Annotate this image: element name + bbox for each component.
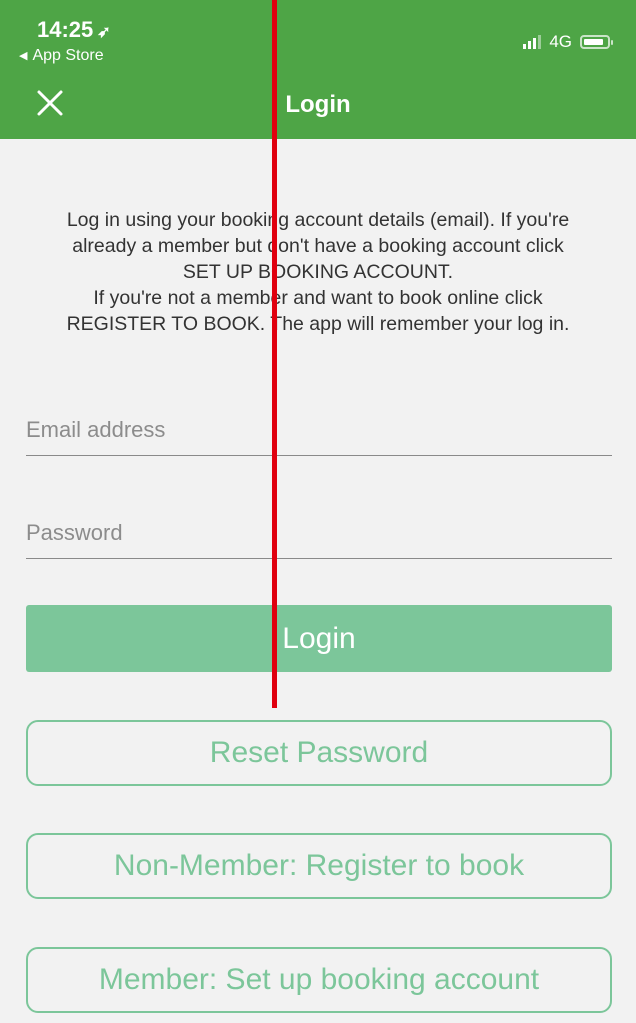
- reset-password-button[interactable]: Reset Password: [26, 720, 612, 786]
- back-to-app-link[interactable]: ◀ App Store: [19, 47, 104, 65]
- back-app-label: App Store: [32, 47, 104, 64]
- login-button[interactable]: Login: [26, 605, 612, 672]
- password-input[interactable]: [26, 508, 612, 558]
- app-header: 14:25 ➶ ◀ App Store 4G Login: [0, 0, 636, 139]
- status-time: 14:25 ➶: [37, 17, 111, 43]
- login-instructions: Log in using your booking account detail…: [66, 209, 570, 335]
- email-input[interactable]: [26, 405, 612, 455]
- annotation-line: [272, 0, 277, 708]
- status-indicators: 4G: [523, 32, 613, 52]
- signal-icon: [523, 35, 542, 49]
- email-field[interactable]: [26, 405, 612, 456]
- location-arrow-icon: ➶: [97, 24, 111, 41]
- password-field[interactable]: [26, 508, 612, 559]
- battery-icon: [580, 35, 613, 49]
- status-time-text: 14:25: [37, 17, 94, 42]
- network-type: 4G: [549, 32, 572, 51]
- back-triangle-icon: ◀: [19, 50, 28, 62]
- register-to-book-button[interactable]: Non-Member: Register to book: [26, 833, 612, 899]
- setup-booking-account-button[interactable]: Member: Set up booking account: [26, 947, 612, 1013]
- page-title: Login: [285, 91, 351, 118]
